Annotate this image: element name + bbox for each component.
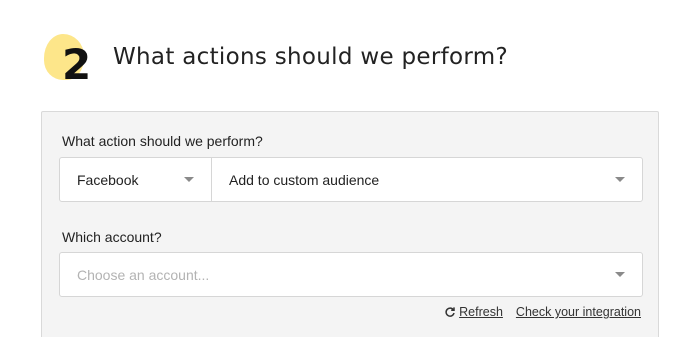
refresh-link[interactable]: Refresh — [444, 305, 503, 319]
chevron-down-icon — [615, 177, 625, 182]
account-field-label: Which account? — [62, 229, 162, 245]
action-field-label: What action should we perform? — [62, 133, 263, 149]
account-links: Refresh Check your integration — [444, 305, 641, 319]
chevron-down-icon — [615, 272, 625, 277]
action-select[interactable]: Add to custom audience — [212, 158, 642, 201]
check-integration-link[interactable]: Check your integration — [516, 305, 641, 319]
account-select-placeholder: Choose an account... — [77, 267, 210, 283]
step-title: What actions should we perform? — [113, 44, 508, 70]
chevron-down-icon — [184, 177, 194, 182]
refresh-link-label: Refresh — [459, 305, 503, 319]
step-number: 2 — [62, 40, 92, 89]
app-select[interactable]: Facebook — [60, 158, 212, 201]
action-select-row: Facebook Add to custom audience — [59, 157, 643, 202]
account-select[interactable]: Choose an account... — [59, 252, 643, 297]
page: 2 What actions should we perform? What a… — [0, 0, 700, 337]
action-panel: What action should we perform? Facebook … — [41, 111, 659, 337]
app-select-value: Facebook — [77, 172, 139, 188]
refresh-icon — [445, 307, 455, 317]
action-select-value: Add to custom audience — [229, 172, 380, 188]
